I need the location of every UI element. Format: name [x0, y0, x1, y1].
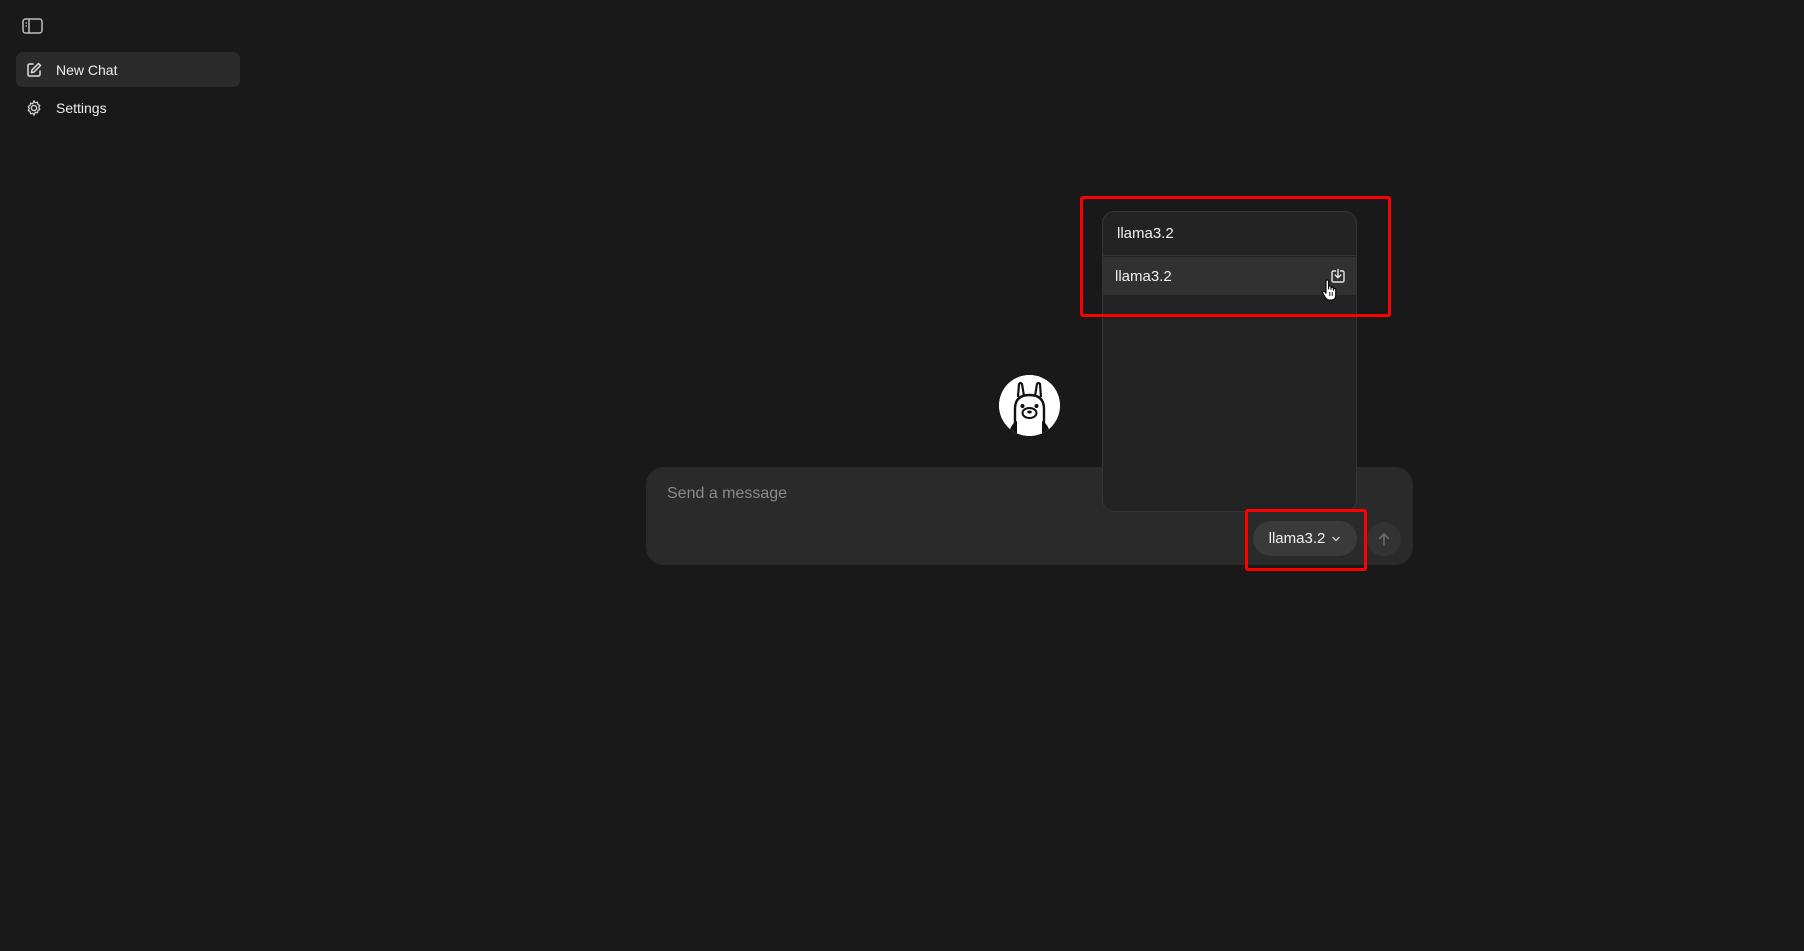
model-search-bar	[1103, 212, 1356, 256]
arrow-up-icon	[1378, 533, 1390, 546]
model-option-label: llama3.2	[1115, 267, 1172, 285]
sidebar-toggle-button[interactable]	[21, 16, 45, 36]
sidebar-item-label: Settings	[56, 99, 107, 116]
chevron-down-icon	[1331, 534, 1341, 544]
compose-icon	[25, 61, 43, 79]
model-selector-button[interactable]: llama3.2	[1253, 521, 1357, 556]
gear-icon	[25, 99, 43, 117]
sidebar-toggle-icon	[22, 18, 43, 34]
model-option[interactable]: llama3.2	[1103, 257, 1356, 295]
message-input[interactable]	[665, 481, 1089, 507]
model-selector-label: llama3.2	[1268, 530, 1326, 547]
model-dropdown: llama3.2	[1102, 211, 1357, 512]
sidebar-item-settings[interactable]: Settings	[16, 90, 240, 125]
sidebar-item-new-chat[interactable]: New Chat	[16, 52, 240, 87]
download-icon[interactable]	[1329, 267, 1347, 285]
model-search-input[interactable]	[1115, 224, 1339, 243]
sidebar-item-label: New Chat	[56, 61, 118, 78]
llama-logo-icon	[999, 375, 1060, 436]
send-button[interactable]	[1367, 522, 1401, 556]
